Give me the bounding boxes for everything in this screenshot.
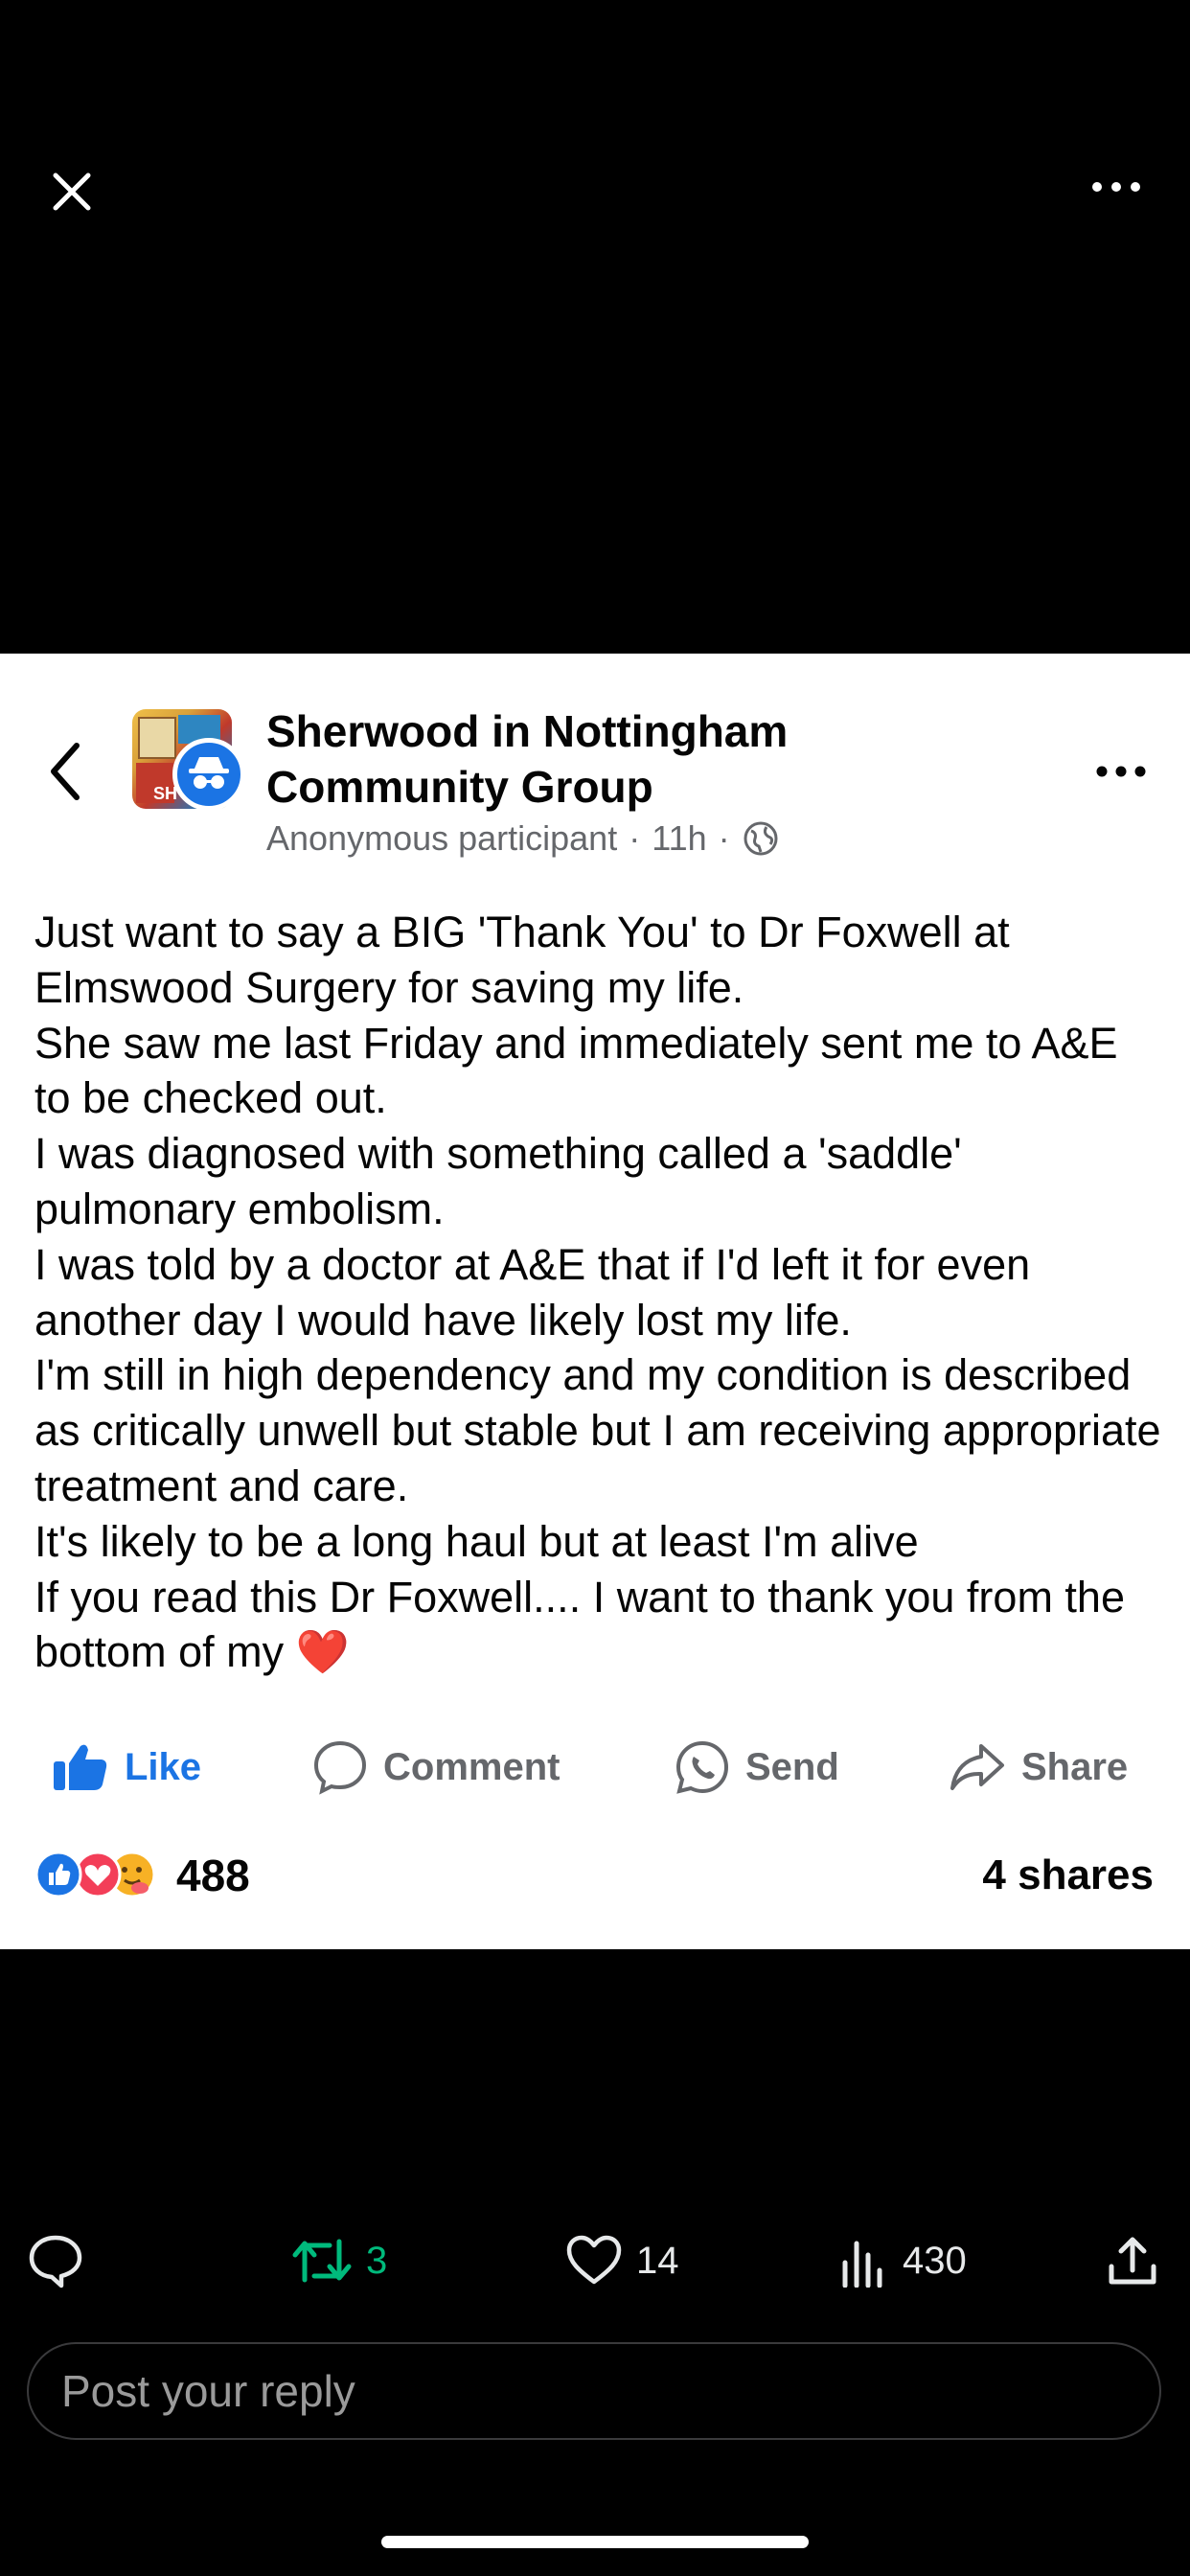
whatsapp-icon — [675, 1739, 730, 1795]
like-count: 14 — [636, 2239, 679, 2282]
comment-label: Comment — [383, 1745, 561, 1788]
reply-button[interactable] — [27, 2226, 84, 2295]
reply-input[interactable]: Post your reply — [27, 2342, 1161, 2440]
anonymous-icon — [172, 738, 245, 811]
reaction-count[interactable]: 488 — [176, 1850, 250, 1901]
post-text: Just want to say a BIG 'Thank You' to Dr… — [34, 905, 1165, 1680]
comment-button[interactable]: Comment — [312, 1729, 560, 1806]
separator: · — [629, 818, 641, 858]
post-paragraph: She saw me last Friday and immediately s… — [34, 1018, 1118, 1123]
back-chevron-icon[interactable] — [46, 738, 84, 805]
reactions-summary: 488 4 shares — [0, 1842, 1190, 1909]
close-icon[interactable] — [48, 168, 96, 216]
post-meta: Anonymous participant · 11h · — [266, 818, 780, 859]
thumbs-up-icon — [52, 1740, 109, 1794]
send-button[interactable]: Send — [675, 1729, 839, 1806]
post-paragraph: I'm still in high dependency and my cond… — [34, 1350, 1161, 1510]
share-arrow-icon — [949, 1740, 1006, 1794]
bar-chart-icon — [839, 2234, 889, 2288]
globe-icon — [742, 819, 780, 858]
post-time[interactable]: 11h — [652, 818, 706, 859]
more-options-icon[interactable] — [1092, 757, 1150, 786]
share-label: Share — [1021, 1745, 1129, 1788]
post-paragraph: I was diagnosed with something called a … — [34, 1129, 962, 1233]
reaction-icons[interactable] — [33, 1850, 167, 1899]
reply-placeholder: Post your reply — [61, 2366, 355, 2416]
shares-count[interactable]: 4 shares — [982, 1852, 1154, 1899]
post-paragraph: If you read this Dr Foxwell.... I want t… — [34, 1572, 1125, 1677]
more-horizontal-icon[interactable] — [1087, 172, 1145, 201]
separator: · — [718, 818, 730, 858]
comment-icon — [312, 1739, 368, 1795]
views-count: 430 — [903, 2239, 967, 2282]
post-paragraph: I was told by a doctor at A&E that if I'… — [34, 1239, 1031, 1345]
post-actions: Like Comment Send Share — [0, 1729, 1190, 1806]
like-label: Like — [125, 1745, 202, 1788]
post-paragraph: Just want to say a BIG 'Thank You' to Dr… — [34, 908, 1010, 1012]
retweet-count: 3 — [366, 2239, 388, 2282]
reply-bubble-icon — [27, 2232, 84, 2289]
like-tweet-button[interactable]: 14 — [565, 2226, 679, 2295]
share-button[interactable]: Share — [949, 1729, 1128, 1806]
author-name[interactable]: Anonymous participant — [266, 818, 617, 859]
post-paragraph: It's likely to be a long haul but at lea… — [34, 1516, 919, 1566]
group-name[interactable]: Sherwood in Nottingham Community Group — [266, 703, 860, 815]
share-tweet-button[interactable] — [1106, 2226, 1159, 2295]
upload-share-icon — [1106, 2234, 1159, 2288]
home-indicator[interactable] — [381, 2536, 809, 2548]
facebook-post-card: SH Sherwood in Nottingham Community Grou… — [0, 654, 1190, 1949]
views-button[interactable]: 430 — [839, 2226, 967, 2295]
retweet-icon — [291, 2234, 353, 2288]
retweet-button[interactable]: 3 — [291, 2226, 387, 2295]
send-label: Send — [745, 1745, 839, 1788]
like-button[interactable]: Like — [52, 1729, 201, 1806]
heart-icon — [565, 2234, 623, 2288]
